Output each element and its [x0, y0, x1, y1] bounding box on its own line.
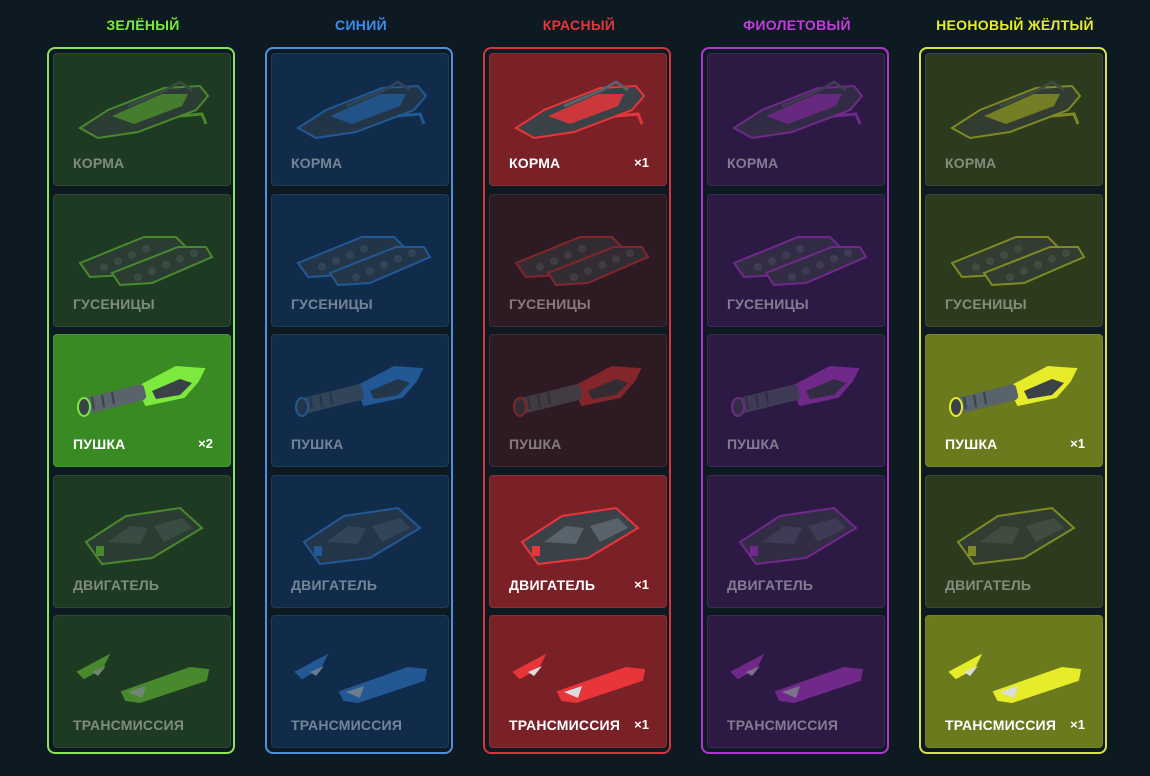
part-card[interactable]: ПУШКА ×1 — [925, 334, 1103, 467]
engine-icon — [940, 488, 1090, 570]
transmission-icon — [940, 628, 1090, 710]
part-card[interactable]: КОРМА — [925, 53, 1103, 186]
part-label: ТРАНСМИССИЯ — [727, 717, 839, 733]
tracks-icon — [286, 207, 436, 289]
part-card[interactable]: ГУСЕНИЦЫ — [925, 193, 1103, 327]
part-label: ТРАНСМИССИЯ — [73, 717, 185, 733]
part-card[interactable]: КОРМА — [271, 53, 449, 186]
part-count: ×2 — [198, 436, 213, 451]
hull-icon — [68, 66, 218, 148]
part-label: ПУШКА — [945, 436, 998, 452]
part-label: ПУШКА — [291, 436, 344, 452]
part-card[interactable]: ТРАНСМИССИЯ ×1 — [489, 615, 667, 748]
part-card[interactable]: ТРАНСМИССИЯ — [707, 615, 885, 748]
hull-icon — [286, 66, 436, 148]
part-count: ×1 — [634, 576, 649, 592]
part-label: КОРМА — [73, 155, 125, 171]
part-label: ДВИГАТЕЛЬ — [509, 576, 596, 593]
part-card[interactable]: КОРМА ×1 — [489, 53, 667, 186]
engine-icon — [68, 488, 218, 570]
part-count: ×1 — [634, 155, 649, 170]
hull-icon — [722, 66, 872, 148]
part-card[interactable]: ТРАНСМИССИЯ — [271, 615, 449, 748]
part-card[interactable]: ПУШКА ×2 — [53, 334, 231, 467]
engine-icon — [504, 488, 654, 570]
tracks-icon — [68, 207, 218, 289]
part-card[interactable]: ДВИГАТЕЛЬ — [925, 474, 1103, 608]
part-card[interactable]: ТРАНСМИССИЯ ×1 — [925, 615, 1103, 748]
transmission-icon — [722, 628, 872, 710]
part-card[interactable]: ПУШКА — [707, 334, 885, 467]
part-label: ДВИГАТЕЛЬ — [727, 576, 814, 593]
part-label: ДВИГАТЕЛЬ — [73, 576, 160, 593]
part-label: ГУСЕНИЦЫ — [509, 295, 591, 312]
cannon-icon — [68, 347, 218, 429]
part-label: КОРМА — [509, 155, 561, 171]
part-label: КОРМА — [727, 155, 779, 171]
part-count: ×1 — [1070, 436, 1085, 451]
part-label: ГУСЕНИЦЫ — [727, 295, 809, 312]
part-card[interactable]: ДВИГАТЕЛЬ — [271, 474, 449, 608]
column-title: ФИОЛЕТОВЫЙ — [743, 17, 851, 33]
part-count: ×1 — [1070, 717, 1085, 732]
cannon-icon — [286, 347, 436, 429]
column-title: СИНИЙ — [335, 17, 387, 33]
hull-icon — [504, 66, 654, 148]
part-card[interactable]: ПУШКА — [489, 334, 667, 467]
part-card[interactable]: ГУСЕНИЦЫ — [489, 193, 667, 327]
transmission-icon — [68, 628, 218, 710]
part-label: ТРАНСМИССИЯ — [291, 717, 403, 733]
engine-icon — [722, 488, 872, 570]
column-title: НЕОНОВЫЙ ЖЁЛТЫЙ — [936, 17, 1094, 33]
part-label: ПУШКА — [73, 436, 126, 452]
part-label: ГУСЕНИЦЫ — [73, 295, 155, 312]
part-label: ПУШКА — [509, 436, 562, 452]
cannon-icon — [940, 347, 1090, 429]
part-label: ГУСЕНИЦЫ — [291, 295, 373, 312]
part-card[interactable]: ДВИГАТЕЛЬ ×1 — [489, 474, 667, 608]
hull-icon — [940, 66, 1090, 148]
engine-icon — [286, 488, 436, 570]
part-card[interactable]: ГУСЕНИЦЫ — [271, 193, 449, 327]
part-label: ПУШКА — [727, 436, 780, 452]
part-count: ×1 — [634, 717, 649, 732]
part-card[interactable]: ГУСЕНИЦЫ — [53, 193, 231, 327]
paint-collection-grid: ЗЕЛЁНЫЙ КОРМА ГУСЕНИЦЫ ПУШКА ×2 ДВИГАТЕЛ… — [0, 0, 1150, 776]
transmission-icon — [286, 628, 436, 710]
transmission-icon — [504, 628, 654, 710]
part-card[interactable]: ГУСЕНИЦЫ — [707, 193, 885, 327]
part-label: ДВИГАТЕЛЬ — [945, 576, 1032, 593]
part-card[interactable]: КОРМА — [707, 53, 885, 186]
part-label: КОРМА — [945, 155, 997, 171]
part-card[interactable]: ПУШКА — [271, 334, 449, 467]
part-card[interactable]: ТРАНСМИССИЯ — [53, 615, 231, 748]
tracks-icon — [504, 207, 654, 289]
part-card[interactable]: ДВИГАТЕЛЬ — [707, 474, 885, 608]
column-title: КРАСНЫЙ — [542, 17, 616, 33]
part-card[interactable]: КОРМА — [53, 53, 231, 186]
part-label: ГУСЕНИЦЫ — [945, 295, 1027, 312]
tracks-icon — [940, 207, 1090, 289]
part-label: КОРМА — [291, 155, 343, 171]
cannon-icon — [504, 347, 654, 429]
tracks-icon — [722, 207, 872, 289]
cannon-icon — [722, 347, 872, 429]
part-label: ДВИГАТЕЛЬ — [291, 576, 378, 593]
part-label: ТРАНСМИССИЯ — [945, 717, 1057, 733]
column-title: ЗЕЛЁНЫЙ — [106, 17, 180, 33]
part-label: ТРАНСМИССИЯ — [509, 717, 621, 733]
part-card[interactable]: ДВИГАТЕЛЬ — [53, 474, 231, 608]
